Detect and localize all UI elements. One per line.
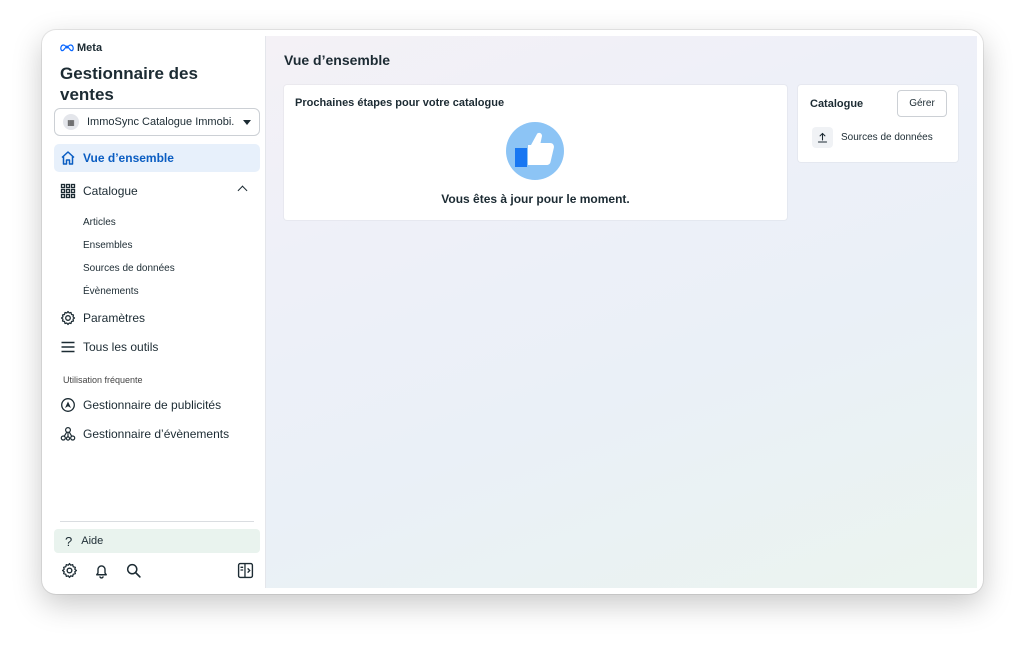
chevron-up-icon[interactable] bbox=[237, 185, 248, 196]
home-icon bbox=[61, 151, 75, 165]
manage-button[interactable]: Gérer bbox=[897, 90, 947, 117]
events-manager-icon bbox=[60, 426, 76, 441]
page-title: Vue d’ensemble bbox=[284, 52, 391, 68]
nav-item-ads-manager[interactable]: Gestionnaire de publicités bbox=[54, 391, 260, 419]
app-window: Meta Gestionnaire des ventes ▦ ImmoSync … bbox=[42, 30, 983, 594]
sidebar: Meta Gestionnaire des ventes ▦ ImmoSync … bbox=[48, 36, 266, 588]
sidebar-footer-icons bbox=[61, 562, 254, 580]
panel-toggle-icon[interactable] bbox=[237, 562, 254, 579]
nav-subitem-events[interactable]: Évènements bbox=[83, 286, 139, 297]
nav-item-overview-label: Vue d’ensemble bbox=[83, 151, 174, 165]
ads-manager-icon bbox=[61, 398, 75, 412]
nav-item-all-tools-label: Tous les outils bbox=[83, 340, 159, 354]
catalog-selector-value: ImmoSync Catalogue Immobi... bbox=[87, 116, 235, 128]
sidebar-divider bbox=[60, 521, 254, 522]
help-label: Aide bbox=[81, 535, 104, 547]
nav-subitem-articles[interactable]: Articles bbox=[83, 217, 116, 228]
nav-item-all-tools[interactable]: Tous les outils bbox=[54, 333, 260, 361]
nav-item-catalog[interactable]: Catalogue bbox=[54, 177, 260, 205]
catalog-selector[interactable]: ▦ ImmoSync Catalogue Immobi... bbox=[54, 108, 260, 136]
search-icon[interactable] bbox=[125, 562, 142, 579]
up-to-date-message: Vous êtes à jour pour le moment. bbox=[441, 192, 630, 206]
nav-item-settings[interactable]: Paramètres bbox=[54, 304, 260, 332]
caret-down-icon bbox=[243, 119, 251, 125]
nav-subitem-sets[interactable]: Ensembles bbox=[83, 240, 132, 251]
nav-item-overview[interactable]: Vue d’ensemble bbox=[54, 144, 260, 172]
nav-item-settings-label: Paramètres bbox=[83, 311, 146, 325]
meta-logo[interactable]: Meta bbox=[60, 42, 102, 54]
nav-item-events-manager[interactable]: Gestionnaire d’évènements bbox=[54, 420, 260, 448]
nav-subitem-data-sources[interactable]: Sources de données bbox=[83, 263, 175, 274]
help-button[interactable]: ? Aide bbox=[54, 529, 260, 553]
data-sources-link[interactable]: Sources de données bbox=[812, 127, 933, 148]
thumbs-up-icon bbox=[506, 122, 564, 180]
app-title: Gestionnaire des ventes bbox=[60, 64, 198, 104]
frequent-use-label: Utilisation fréquente bbox=[63, 375, 143, 385]
upload-icon bbox=[812, 127, 833, 148]
main-content: Vue d’ensemble Prochaines étapes pour vo… bbox=[266, 36, 977, 588]
catalog-card: Catalogue Gérer Sources de données bbox=[798, 85, 958, 162]
nav-item-ads-manager-label: Gestionnaire de publicités bbox=[83, 398, 222, 412]
next-steps-title: Prochaines étapes pour votre catalogue bbox=[295, 97, 505, 109]
menu-icon bbox=[61, 341, 75, 353]
nav-item-catalog-label: Catalogue bbox=[83, 184, 138, 198]
catalog-grid-icon: ▦ bbox=[63, 114, 79, 130]
meta-logo-text: Meta bbox=[77, 42, 103, 54]
meta-infinity-icon bbox=[60, 44, 74, 52]
bell-icon[interactable] bbox=[93, 562, 110, 579]
data-sources-label: Sources de données bbox=[841, 132, 933, 143]
settings-gear-icon[interactable] bbox=[61, 562, 78, 579]
nav-item-events-manager-label: Gestionnaire d’évènements bbox=[83, 427, 230, 441]
next-steps-card: Prochaines étapes pour votre catalogue V… bbox=[284, 85, 787, 220]
grid-icon bbox=[60, 183, 76, 199]
question-mark-icon: ? bbox=[65, 533, 73, 549]
catalog-card-title: Catalogue bbox=[810, 98, 864, 110]
commerce-manager-app: Meta Gestionnaire des ventes ▦ ImmoSync … bbox=[48, 36, 977, 588]
gear-icon bbox=[60, 310, 76, 326]
